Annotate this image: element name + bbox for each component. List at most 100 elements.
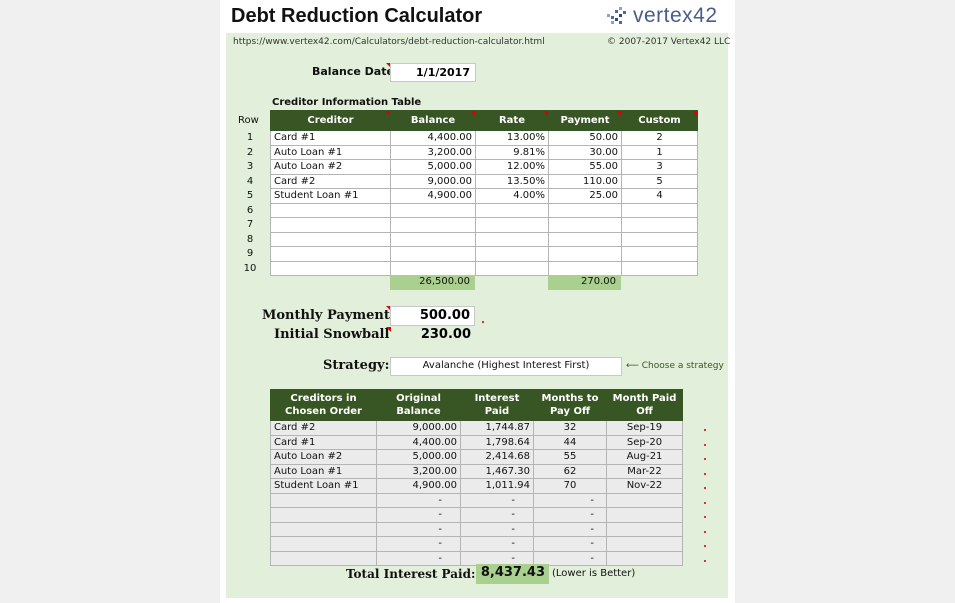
cell-custom[interactable] [621,246,698,262]
cell-creditor[interactable] [270,202,391,218]
comment-indicator[interactable] [385,111,390,116]
cell-custom[interactable] [621,217,698,233]
comment-indicator[interactable] [616,111,621,116]
cell-custom[interactable] [621,260,698,276]
cell-months: - [533,536,607,552]
cell-paid-off [606,507,683,523]
plan-row: Auto Loan #1 3,200.00 1,467.30 62 Mar-22 [270,463,683,479]
strategy-hint: ⟵ Choose a strategy [626,361,724,371]
cell-rate[interactable]: 4.00% [475,188,549,204]
col-rate: Rate [475,110,549,131]
cell-paid-off [606,550,683,566]
cell-creditor[interactable] [270,217,391,233]
total-payment: 270.00 [548,275,621,290]
cell-rate[interactable] [475,202,549,218]
row-column-label: Row [238,115,259,126]
cell-interest: 2,414.68 [460,449,534,465]
balance-date-input[interactable]: 1/1/2017 [390,63,476,82]
cell-rate[interactable]: 13.50% [475,173,549,189]
cell-balance: - [376,550,461,566]
cell-rate[interactable]: 13.00% [475,130,549,146]
row-number: 3 [246,161,254,172]
creditor-table: Creditor Balance Rate Payment Custom Car… [270,110,698,276]
cell-payment[interactable] [548,260,622,276]
cell-creditor [270,521,377,537]
vertex42-logo[interactable]: vertex42 [606,4,718,28]
cell-rate[interactable] [475,260,549,276]
cell-balance[interactable] [390,217,476,233]
cell-balance[interactable]: 9,000.00 [390,173,476,189]
cell-balance: - [376,521,461,537]
cell-payment[interactable]: 110.00 [548,173,622,189]
cell-payment[interactable]: 25.00 [548,188,622,204]
row-number: 6 [246,204,254,216]
cell-rate[interactable] [475,246,549,262]
cell-payment[interactable] [548,246,622,262]
cell-creditor: Auto Loan #1 [270,463,377,479]
cell-payment[interactable]: 50.00 [548,130,622,146]
row-number: 9 [246,248,254,259]
cell-payment[interactable] [548,202,622,218]
cell-months: - [533,521,607,537]
cell-creditor[interactable] [270,231,391,247]
cell-creditor[interactable] [270,260,391,276]
cell-balance[interactable] [390,202,476,218]
cell-rate[interactable]: 9.81% [475,144,549,160]
creditor-row: Auto Loan #1 3,200.00 9.81% 30.00 1 [270,144,698,160]
strategy-select[interactable]: Avalanche (Highest Interest First) [390,357,622,376]
cell-custom[interactable]: 5 [621,173,698,189]
marker-dot [703,423,711,438]
cell-months: - [533,507,607,523]
col-balance: Balance [390,110,476,131]
comment-indicator[interactable] [543,111,548,116]
cell-payment[interactable]: 30.00 [548,144,622,160]
cell-rate[interactable] [475,231,549,247]
total-interest-label: Total Interest Paid: [346,567,476,581]
marker-dot [703,525,711,540]
monthly-payment-input[interactable]: 500.00 [390,306,475,326]
cell-paid-off: Aug-21 [606,449,683,465]
row-number: 7 [246,219,254,230]
col-creditors-order: Creditors in Chosen Order [270,389,377,421]
cell-custom[interactable] [621,202,698,218]
cell-payment[interactable] [548,217,622,233]
cell-balance: 4,900.00 [376,478,461,494]
cell-interest: - [460,521,534,537]
creditor-row [270,231,698,247]
cell-custom[interactable]: 2 [621,130,698,146]
marker-dot [703,438,711,453]
row-number: 4 [246,175,254,187]
cell-payment[interactable]: 55.00 [548,159,622,175]
cell-creditor[interactable] [270,246,391,262]
col-creditor: Creditor [270,110,391,131]
cell-balance[interactable]: 3,200.00 [390,144,476,160]
cell-custom[interactable]: 1 [621,144,698,160]
cell-balance[interactable] [390,246,476,262]
cell-creditor[interactable]: Auto Loan #1 [270,144,391,160]
col-interest-paid: Interest Paid [460,389,534,421]
cell-payment[interactable] [548,231,622,247]
cell-creditor[interactable]: Card #1 [270,130,391,146]
cell-creditor[interactable]: Auto Loan #2 [270,159,391,175]
source-url-link[interactable]: https://www.vertex42.com/Calculators/deb… [233,37,545,47]
cell-balance[interactable]: 4,400.00 [390,130,476,146]
cell-rate[interactable] [475,217,549,233]
cell-balance: - [376,492,461,508]
plan-row: Card #2 9,000.00 1,744.87 32 Sep-19 [270,420,683,436]
cell-paid-off: Sep-20 [606,434,683,450]
cell-custom[interactable] [621,231,698,247]
cell-creditor[interactable]: Student Loan #1 [270,188,391,204]
cell-balance[interactable]: 4,900.00 [390,188,476,204]
comment-indicator[interactable] [692,111,697,116]
cell-balance[interactable]: 5,000.00 [390,159,476,175]
cell-rate[interactable]: 12.00% [475,159,549,175]
cell-paid-off [606,521,683,537]
row-number: 5 [246,190,254,201]
cell-interest: 1,467.30 [460,463,534,479]
cell-balance[interactable] [390,231,476,247]
cell-custom[interactable]: 4 [621,188,698,204]
cell-balance[interactable] [390,260,476,276]
comment-indicator[interactable] [470,111,475,116]
cell-creditor[interactable]: Card #2 [270,173,391,189]
cell-custom[interactable]: 3 [621,159,698,175]
